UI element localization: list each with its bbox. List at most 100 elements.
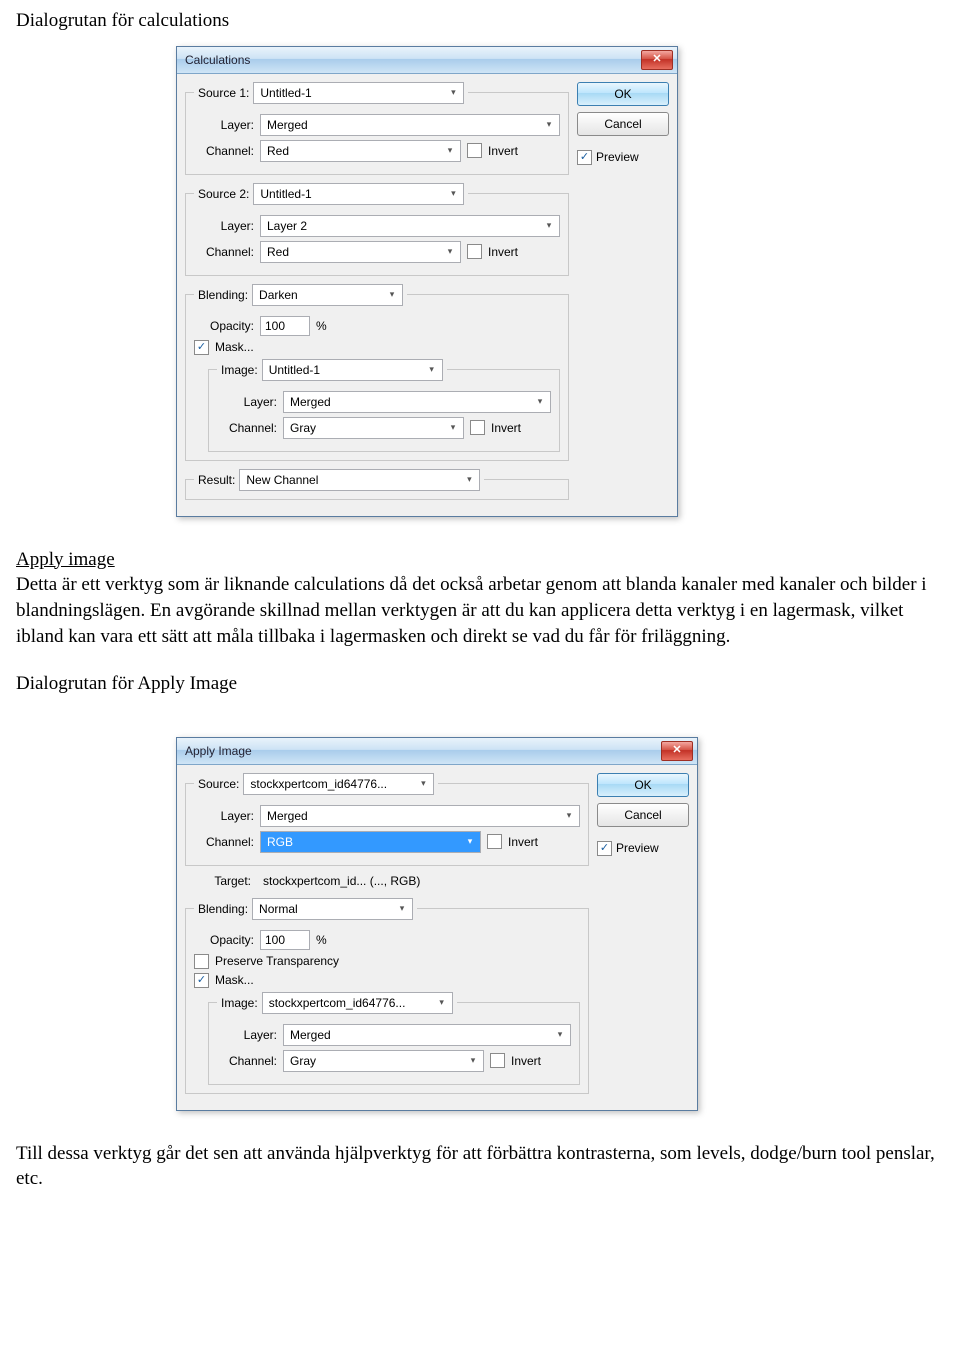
mask-checkbox[interactable]: ✓: [194, 340, 209, 355]
cancel-button[interactable]: Cancel: [577, 112, 669, 136]
doc-heading-apply: Apply image: [16, 547, 944, 573]
mask-image-combo[interactable]: Untitled-1 ▾: [262, 359, 443, 381]
close-icon[interactable]: ✕: [641, 50, 673, 70]
invert-checkbox[interactable]: [487, 834, 502, 849]
chevron-down-icon: ▾: [446, 86, 460, 100]
apply-layer-combo[interactable]: Merged ▾: [260, 805, 580, 827]
invert-checkbox[interactable]: [490, 1053, 505, 1068]
percent-label: %: [316, 319, 327, 333]
chevron-down-icon: ▾: [446, 421, 460, 435]
apply-channel-combo[interactable]: RGB ▾: [260, 831, 481, 853]
preserve-label: Preserve Transparency: [215, 954, 339, 968]
mask-checkbox[interactable]: ✓: [194, 973, 209, 988]
source-combo[interactable]: stockxpertcom_id64776... ▾: [243, 773, 434, 795]
opacity-input[interactable]: 100: [260, 316, 310, 336]
source2-channel-combo[interactable]: Red ▾: [260, 241, 461, 263]
mask-label: Mask...: [215, 340, 254, 354]
source2-legend: Source 2:: [198, 187, 249, 201]
invert-label: Invert: [511, 1054, 541, 1068]
image-legend: Image:: [221, 996, 258, 1010]
dialog-title: Apply Image: [185, 744, 252, 758]
mask-channel-combo[interactable]: Gray ▾: [283, 417, 464, 439]
titlebar[interactable]: Apply Image ✕: [177, 738, 697, 765]
source1-combo[interactable]: Untitled-1 ▾: [253, 82, 464, 104]
channel-label: Channel:: [217, 421, 277, 435]
source2-combo[interactable]: Untitled-1 ▾: [253, 183, 464, 205]
cancel-button[interactable]: Cancel: [597, 803, 689, 827]
result-combo[interactable]: New Channel ▾: [239, 469, 480, 491]
source1-layer-combo[interactable]: Merged ▾: [260, 114, 560, 136]
percent-label: %: [316, 933, 327, 947]
chevron-down-icon: ▾: [425, 363, 439, 377]
apply-mask-layer-value: Merged: [290, 1028, 331, 1042]
invert-label: Invert: [508, 835, 538, 849]
apply-mask-layer-combo[interactable]: Merged ▾: [283, 1024, 571, 1046]
blending-value: Darken: [259, 288, 298, 302]
doc-heading-calculations: Dialogrutan för calculations: [16, 8, 944, 34]
source1-layer-value: Merged: [267, 118, 308, 132]
blending-legend: Blending:: [198, 902, 248, 916]
apply-blending-value: Normal: [259, 902, 298, 916]
chevron-down-icon: ▾: [443, 245, 457, 259]
mask-image-value: Untitled-1: [269, 363, 320, 377]
invert-checkbox[interactable]: [467, 143, 482, 158]
apply-mask-subgroup: Image: stockxpertcom_id64776... ▾ Layer:…: [208, 992, 580, 1085]
chevron-down-icon: ▾: [462, 473, 476, 487]
source-value: stockxpertcom_id64776...: [250, 777, 387, 791]
channel-label: Channel:: [217, 1054, 277, 1068]
doc-para-apply: Detta är ett verktyg som är liknande cal…: [16, 572, 944, 649]
chevron-down-icon: ▾: [542, 118, 556, 132]
mask-channel-value: Gray: [290, 421, 316, 435]
image-legend: Image:: [221, 363, 258, 377]
apply-mask-channel-value: Gray: [290, 1054, 316, 1068]
blending-combo[interactable]: Darken ▾: [252, 284, 403, 306]
preview-checkbox[interactable]: ✓: [577, 150, 592, 165]
source1-group: Source 1: Untitled-1 ▾ Layer: Merged ▾ C…: [185, 82, 569, 175]
dialog-title: Calculations: [185, 53, 250, 67]
titlebar[interactable]: Calculations ✕: [177, 47, 677, 74]
apply-blending-group: Blending: Normal ▾ Opacity: 100 % Preser…: [185, 898, 589, 1094]
mask-layer-combo[interactable]: Merged ▾: [283, 391, 551, 413]
apply-blending-combo[interactable]: Normal ▾: [252, 898, 413, 920]
source2-layer-value: Layer 2: [267, 219, 307, 233]
preview-label: Preview: [596, 150, 639, 164]
mask-layer-value: Merged: [290, 395, 331, 409]
chevron-down-icon: ▾: [533, 395, 547, 409]
layer-label: Layer:: [217, 1028, 277, 1042]
layer-label: Layer:: [217, 395, 277, 409]
close-icon[interactable]: ✕: [661, 741, 693, 761]
source2-channel-value: Red: [267, 245, 289, 259]
result-group: Result: New Channel ▾: [185, 469, 569, 500]
apply-mask-channel-combo[interactable]: Gray ▾: [283, 1050, 484, 1072]
source1-legend: Source 1:: [198, 86, 249, 100]
opacity-input[interactable]: 100: [260, 930, 310, 950]
chevron-down-icon: ▾: [553, 1028, 567, 1042]
mask-label: Mask...: [215, 973, 254, 987]
preserve-checkbox[interactable]: [194, 954, 209, 969]
layer-label: Layer:: [194, 219, 254, 233]
invert-checkbox[interactable]: [467, 244, 482, 259]
invert-checkbox[interactable]: [470, 420, 485, 435]
calculations-dialog: Calculations ✕ Source 1: Untitled-1 ▾ La…: [176, 46, 678, 517]
ok-button[interactable]: OK: [577, 82, 669, 106]
source2-layer-combo[interactable]: Layer 2 ▾: [260, 215, 560, 237]
chevron-down-icon: ▾: [395, 902, 409, 916]
invert-label: Invert: [488, 245, 518, 259]
source2-value: Untitled-1: [260, 187, 311, 201]
source2-group: Source 2: Untitled-1 ▾ Layer: Layer 2 ▾ …: [185, 183, 569, 276]
apply-mask-image-combo[interactable]: stockxpertcom_id64776... ▾: [262, 992, 453, 1014]
source1-channel-combo[interactable]: Red ▾: [260, 140, 461, 162]
layer-label: Layer:: [194, 118, 254, 132]
ok-button[interactable]: OK: [597, 773, 689, 797]
mask-subgroup: Image: Untitled-1 ▾ Layer: Merged ▾: [208, 359, 560, 452]
preview-checkbox[interactable]: ✓: [597, 841, 612, 856]
channel-label: Channel:: [194, 245, 254, 259]
source1-value: Untitled-1: [260, 86, 311, 100]
source-group: Source: stockxpertcom_id64776... ▾ Layer…: [185, 773, 589, 866]
invert-label: Invert: [491, 421, 521, 435]
chevron-down-icon: ▾: [446, 187, 460, 201]
chevron-down-icon: ▾: [385, 288, 399, 302]
source-legend: Source:: [198, 777, 239, 791]
result-value: New Channel: [246, 473, 318, 487]
doc-para-final: Till dessa verktyg går det sen att använ…: [16, 1141, 944, 1192]
